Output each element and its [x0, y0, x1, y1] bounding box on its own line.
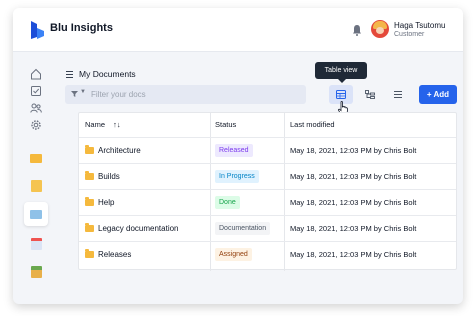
- user-name: Haga Tsutomu: [394, 21, 446, 30]
- menu-icon[interactable]: [66, 71, 73, 78]
- last-modified: May 18, 2021, 12:03 PM by Chris Bolt: [290, 146, 417, 155]
- column-header-name[interactable]: Name ↑↓: [85, 113, 121, 137]
- folder-icon: [85, 223, 94, 232]
- folder-icon: [85, 145, 94, 154]
- chart-app-icon[interactable]: [25, 261, 47, 283]
- tooltip: Table view: [315, 62, 367, 79]
- tree-view-icon: [365, 90, 375, 99]
- document-name[interactable]: Builds: [98, 172, 120, 181]
- top-bar: Blu Insights Haga Tsutomu Customer: [13, 8, 463, 52]
- chevron-down-icon[interactable]: ▼: [80, 89, 86, 95]
- page-title: My Documents: [79, 69, 136, 79]
- notes-app-icon[interactable]: [25, 175, 47, 197]
- last-modified: May 18, 2021, 12:03 PM by Chris Bolt: [290, 250, 417, 259]
- folder-app-icon[interactable]: [25, 147, 47, 169]
- filter-bar: ▼: [65, 85, 306, 104]
- user-role: Customer: [394, 31, 425, 38]
- last-modified: May 18, 2021, 12:03 PM by Chris Bolt: [290, 224, 417, 233]
- table-row[interactable]: Architecture Released May 18, 2021, 12:03 …: [79, 137, 456, 163]
- folder-icon: [85, 171, 94, 180]
- list-icon: [394, 91, 402, 98]
- document-name[interactable]: Architecture: [98, 146, 141, 155]
- bell-icon[interactable]: [352, 24, 362, 36]
- column-header-modified[interactable]: Last modified: [290, 113, 335, 137]
- status-badge: Released: [215, 144, 253, 157]
- users-icon[interactable]: [30, 102, 42, 114]
- filter-input[interactable]: [91, 88, 301, 101]
- folder-icon: [85, 197, 94, 206]
- image-app-icon[interactable]: [24, 202, 48, 226]
- status-badge: Done: [215, 196, 240, 209]
- table-row[interactable]: Releases Assigned May 18, 2021, 12:03 PM b…: [79, 241, 456, 267]
- filter-icon[interactable]: [71, 91, 78, 97]
- status-badge: Assigned: [215, 248, 252, 261]
- list-view-button[interactable]: [386, 85, 410, 104]
- blu-logo-icon: [31, 21, 44, 39]
- documents-table: Name ↑↓ Status Last modified Architectur…: [78, 112, 457, 271]
- status-badge: In Progress: [215, 170, 259, 183]
- last-modified: May 18, 2021, 12:03 PM by Chris Bolt: [290, 198, 417, 207]
- document-name[interactable]: Releases: [98, 250, 131, 259]
- home-icon[interactable]: [30, 68, 42, 80]
- table-row[interactable]: Builds In Progress May 18, 2021, 12:03 PM …: [79, 163, 456, 189]
- document-name[interactable]: Legacy documentation: [98, 224, 179, 233]
- table-row[interactable]: Legacy documentation Documentation May 18,…: [79, 215, 456, 241]
- checklist-icon[interactable]: [30, 85, 42, 97]
- sidebar: [13, 52, 59, 304]
- table-row[interactable]: Help Done May 18, 2021, 12:03 PM by Chris …: [79, 189, 456, 215]
- tree-view-button[interactable]: [358, 85, 382, 104]
- calendar-app-icon[interactable]: [25, 233, 47, 255]
- add-button[interactable]: + Add: [419, 85, 457, 104]
- status-badge: Documentation: [215, 222, 271, 235]
- main-content: My Documents ▼ Table view: [65, 52, 457, 304]
- table-icon: [336, 90, 346, 99]
- folder-icon: [85, 249, 94, 258]
- avatar[interactable]: [371, 20, 389, 38]
- last-modified: May 18, 2021, 12:03 PM by Chris Bolt: [290, 172, 417, 181]
- app-title: Blu Insights: [50, 22, 113, 34]
- settings-icon[interactable]: [30, 119, 42, 131]
- app-window: Blu Insights Haga Tsutomu Customer My Do…: [13, 8, 463, 304]
- document-name[interactable]: Help: [98, 198, 114, 207]
- sort-icon[interactable]: ↑↓: [113, 120, 121, 129]
- column-header-status[interactable]: Status: [215, 113, 236, 137]
